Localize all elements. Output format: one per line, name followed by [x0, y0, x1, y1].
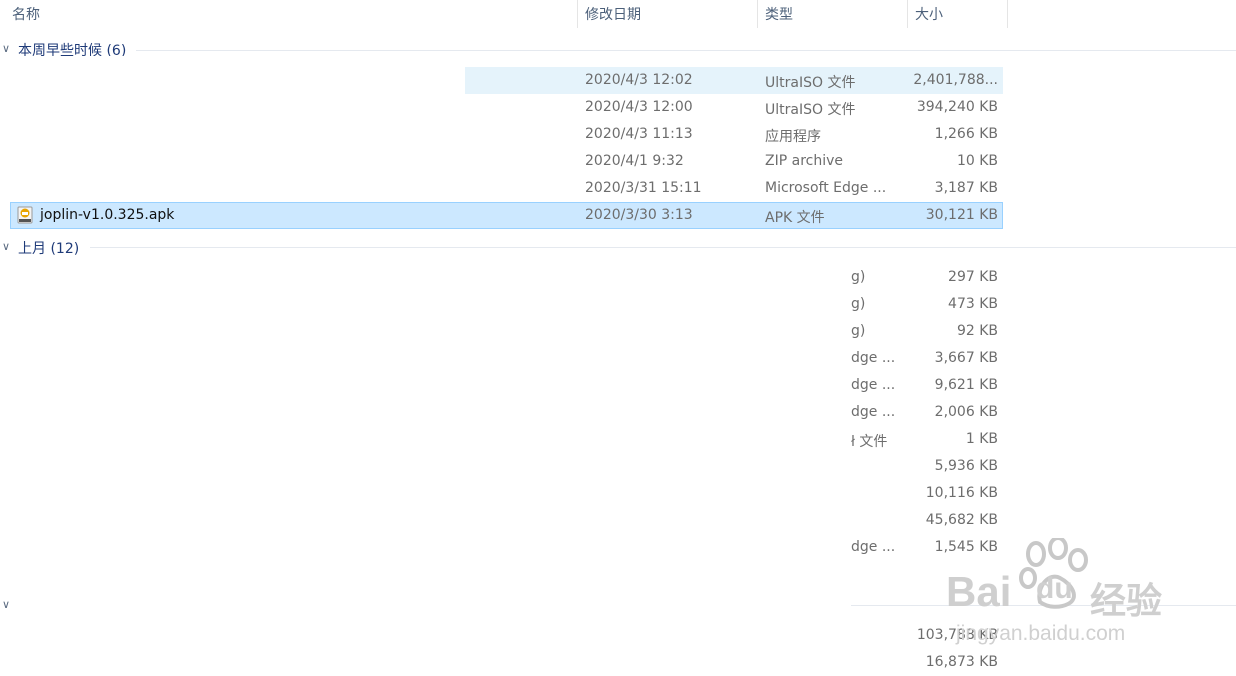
cell-size: 45,682 KB: [925, 512, 998, 528]
cell-size: 10,116 KB: [925, 485, 998, 501]
cell-modified: 2020/4/3 12:02: [585, 72, 693, 88]
cell-type: g): [851, 269, 866, 285]
cell-size: 1,545 KB: [934, 539, 998, 555]
cell-name: joplin-v1.0.325.apk: [40, 207, 175, 223]
cell-type: dge ...: [851, 377, 896, 393]
cell-type: APK 文件: [765, 210, 825, 226]
cell-size: 10 KB: [956, 153, 998, 169]
cell-size: 3,187 KB: [934, 180, 998, 196]
cell-size: 92 KB: [956, 323, 998, 339]
cell-type: ZIP archive: [765, 153, 843, 169]
cell-type: UltraISO 文件: [765, 102, 856, 118]
chevron-down-icon[interactable]: ∨: [2, 42, 10, 55]
cell-type: ł 文件: [851, 434, 888, 450]
chevron-down-icon[interactable]: ∨: [2, 240, 10, 253]
cell-modified: 2020/3/31 15:11: [585, 180, 702, 196]
column-header-size[interactable]: 大小: [915, 4, 943, 24]
group-label: 上月 (12): [18, 241, 80, 257]
watermark-brand: Bai: [946, 568, 1012, 615]
cell-type: dge ...: [851, 404, 896, 420]
cell-modified: 2020/4/3 11:13: [585, 126, 693, 142]
cell-modified: 2020/4/1 9:32: [585, 153, 684, 169]
cell-type: dge ...: [851, 350, 896, 366]
chevron-down-icon[interactable]: ∨: [2, 598, 10, 611]
cell-size: 3,667 KB: [934, 350, 998, 366]
cell-type: dge ...: [851, 539, 896, 555]
column-divider[interactable]: [907, 0, 908, 28]
cell-type: UltraISO 文件: [765, 75, 856, 91]
cell-type: g): [851, 296, 866, 312]
column-header-modified[interactable]: 修改日期: [585, 4, 641, 24]
cell-modified: 2020/4/3 12:00: [585, 99, 693, 115]
cell-size: 1,266 KB: [934, 126, 998, 142]
cell-modified: 2020/3/30 3:13: [585, 207, 693, 223]
cell-size: 16,873 KB: [925, 654, 998, 670]
group-label: 本周早些时候 (6): [18, 43, 127, 56]
cell-size: 2,401,788...: [913, 72, 998, 88]
cell-type: g): [851, 323, 866, 339]
cell-size: 473 KB: [948, 296, 998, 312]
column-header-name[interactable]: 名称: [12, 4, 40, 24]
cell-type: 应用程序: [765, 129, 821, 145]
cell-size: 297 KB: [948, 269, 998, 285]
group-divider: [136, 50, 1236, 51]
column-divider[interactable]: [577, 0, 578, 28]
column-divider[interactable]: [757, 0, 758, 28]
column-header-type[interactable]: 类型: [765, 4, 793, 24]
cell-size: 30,121 KB: [925, 207, 998, 223]
cell-size: 1 KB: [965, 431, 998, 447]
watermark-brand2: du: [1036, 572, 1073, 605]
column-divider[interactable]: [1007, 0, 1008, 28]
cell-size: 5,936 KB: [934, 458, 998, 474]
group-divider: [90, 247, 1236, 248]
watermark-url: jingyan.baidu.com: [956, 622, 1126, 645]
watermark-cn: 经验: [1090, 581, 1163, 622]
cell-type: Microsoft Edge ...: [765, 180, 887, 196]
cell-size: 2,006 KB: [934, 404, 998, 420]
cell-size: 9,621 KB: [934, 377, 998, 393]
apk-file-icon: [17, 206, 33, 224]
cell-size: 394,240 KB: [916, 99, 998, 115]
